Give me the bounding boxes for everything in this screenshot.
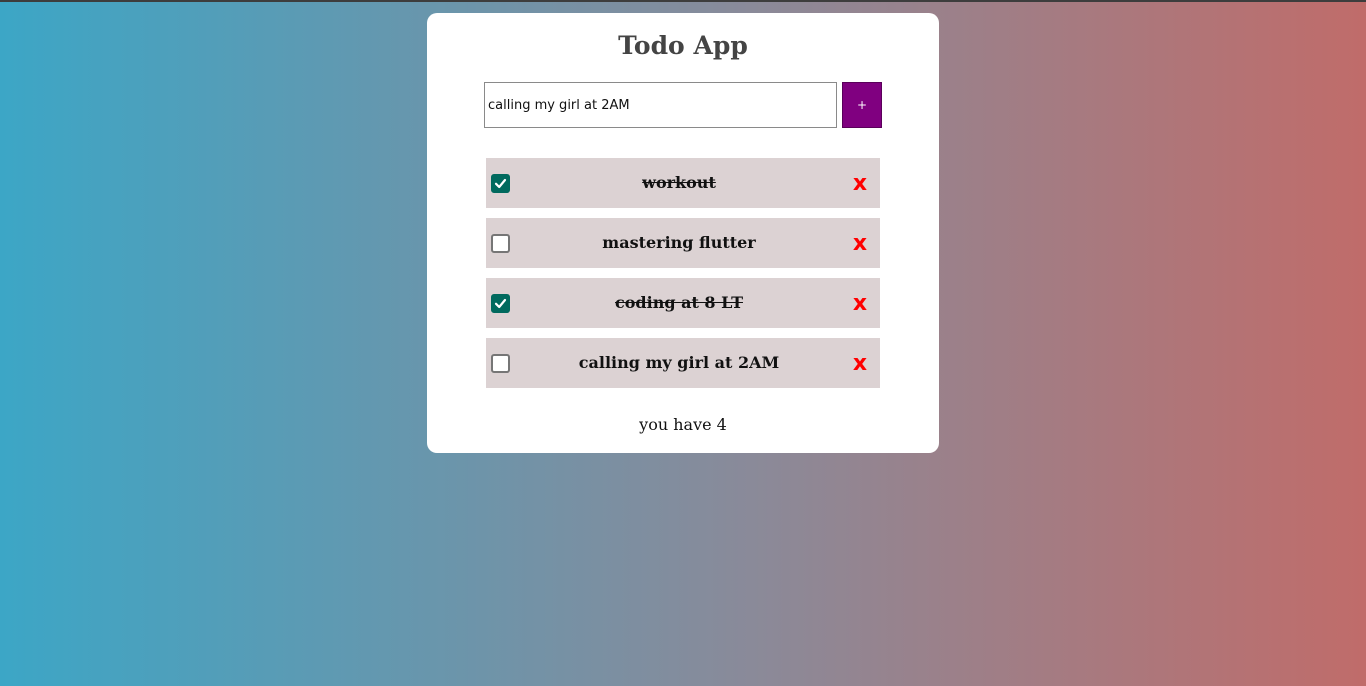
todo-item: coding at 8 LT x (486, 278, 880, 328)
todo-text: calling my girl at 2AM (578, 353, 780, 372)
delete-todo-button[interactable]: x (852, 291, 868, 317)
check-icon (494, 298, 507, 309)
todo-input[interactable] (484, 82, 837, 128)
todo-count: you have 4 (639, 415, 727, 434)
check-icon (494, 178, 507, 189)
todo-checkbox[interactable] (491, 354, 510, 373)
todo-item: calling my girl at 2AM x (486, 338, 880, 388)
todo-checkbox[interactable] (491, 174, 510, 193)
todo-text: mastering flutter (602, 233, 756, 252)
delete-todo-button[interactable]: x (852, 171, 868, 197)
todo-checkbox[interactable] (491, 234, 510, 253)
add-todo-button[interactable]: + (842, 82, 882, 128)
window-top-border (0, 0, 1366, 2)
todo-text: coding at 8 LT (615, 293, 743, 312)
todo-checkbox[interactable] (491, 294, 510, 313)
delete-todo-button[interactable]: x (852, 351, 868, 377)
delete-todo-button[interactable]: x (852, 231, 868, 257)
todo-text: workout (642, 173, 716, 192)
app-title: Todo App (618, 31, 748, 60)
todo-card: Todo App + workout x mastering flutter x (427, 13, 939, 453)
todo-item: mastering flutter x (486, 218, 880, 268)
todo-item: workout x (486, 158, 880, 208)
todo-list: workout x mastering flutter x coding at … (486, 158, 880, 398)
